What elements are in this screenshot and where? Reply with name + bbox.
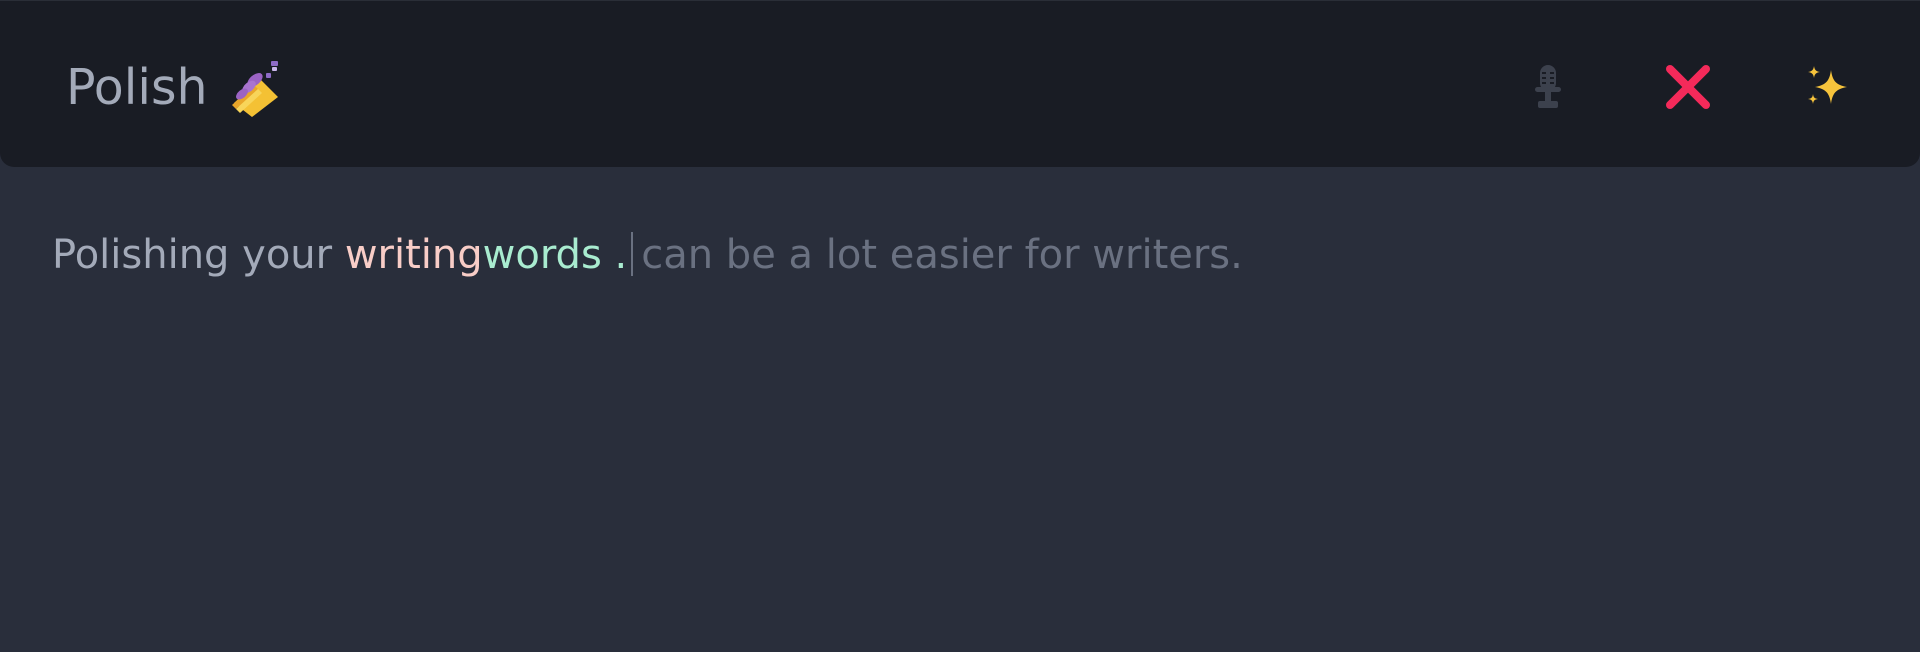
close-button[interactable] [1658,59,1718,119]
microphone-icon [1533,65,1563,113]
text-added-word[interactable]: words [483,232,602,278]
polish-app: Polish Polishing your writingwords . can… [0,0,1920,652]
text-plain: Polishing your [52,232,345,278]
text-added-period: . [601,232,628,278]
sparkles-icon [1805,64,1851,114]
title-group: Polish [66,53,288,123]
app-title: Polish [66,59,208,116]
sparkle-button[interactable] [1798,59,1858,119]
text-suggestion[interactable]: can be a lot easier for writers. [641,232,1243,278]
close-icon [1665,64,1711,114]
header-bar: Polish [0,0,1920,167]
text-editor[interactable]: Polishing your writingwords . can be a lo… [52,222,1882,288]
nail-polish-icon [230,59,288,117]
microphone-button[interactable] [1518,59,1578,119]
text-removed-word[interactable]: writing [345,232,483,278]
text-caret [631,232,634,276]
